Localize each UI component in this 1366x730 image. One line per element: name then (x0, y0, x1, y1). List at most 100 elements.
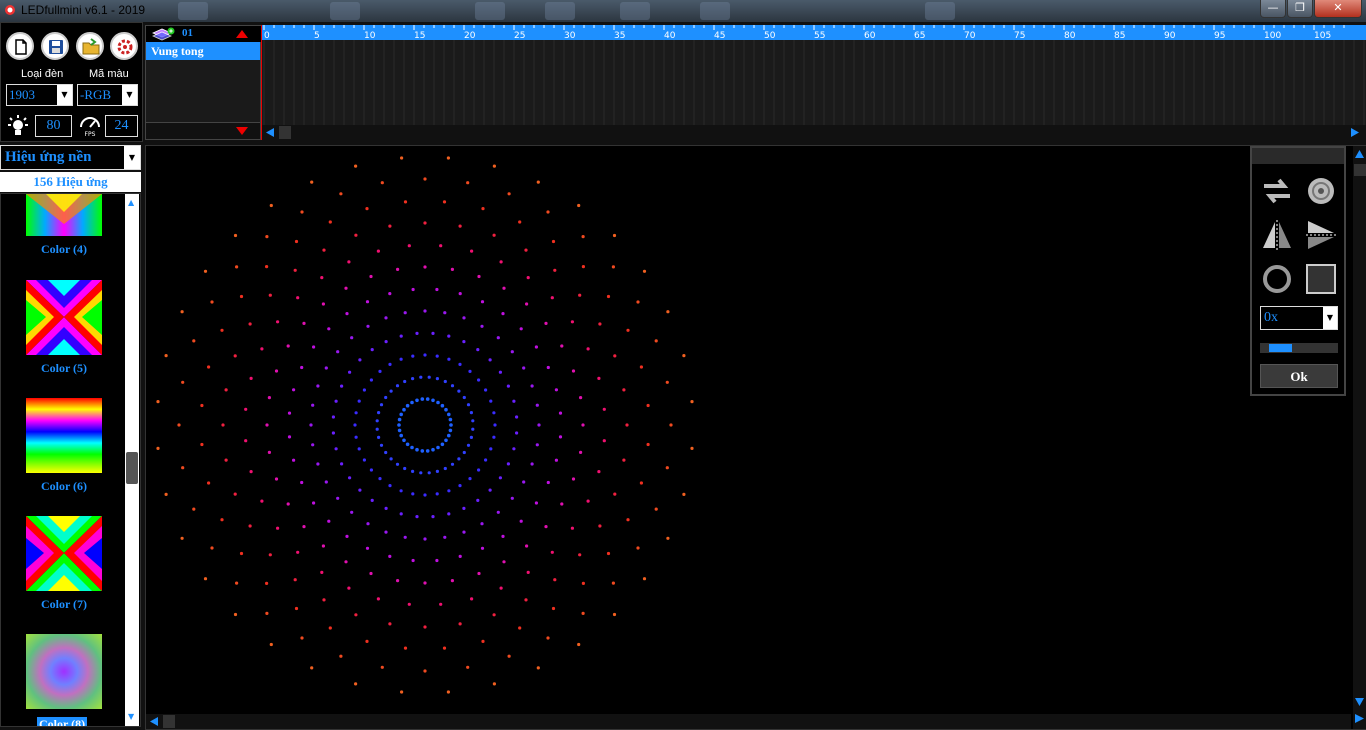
swap-arrows-icon[interactable] (1260, 174, 1294, 208)
led-dot (639, 365, 643, 369)
effect-item-selected[interactable]: Color (8) (26, 634, 102, 726)
led-dot (484, 388, 488, 392)
move-up-icon[interactable] (236, 30, 248, 38)
led-dot (380, 181, 384, 185)
led-dot (501, 312, 505, 316)
flip-horizontal-icon[interactable] (1304, 218, 1338, 252)
timeline-grid[interactable] (262, 40, 1366, 125)
square-outline-icon[interactable] (1304, 262, 1338, 296)
led-dot (415, 447, 419, 452)
minimize-button[interactable]: — (1260, 0, 1286, 18)
led-dot (423, 309, 427, 313)
led-dot (210, 546, 214, 550)
led-dot (581, 235, 585, 239)
led-dot (296, 296, 300, 300)
scrollbar-thumb[interactable] (126, 452, 138, 484)
fps-input[interactable]: 24 (105, 115, 138, 137)
led-type-select[interactable]: 1903 ▼ (6, 84, 73, 106)
layer-item[interactable]: Vung tong (146, 42, 260, 60)
ok-button[interactable]: Ok (1260, 364, 1338, 388)
scroll-left-icon[interactable] (150, 717, 158, 726)
ruler-tick-label: 70 (964, 31, 976, 40)
led-dot (350, 510, 354, 514)
led-dot (492, 411, 496, 415)
scroll-up-icon[interactable] (1355, 150, 1364, 158)
flip-vertical-icon[interactable] (1260, 218, 1294, 252)
led-dot (362, 458, 366, 462)
effect-list-scrollbar[interactable]: ▲ ▼ (125, 194, 139, 726)
led-dot (396, 579, 400, 583)
scroll-down-icon[interactable]: ▼ (128, 712, 134, 721)
led-dot (384, 316, 388, 320)
close-button[interactable]: ✕ (1314, 0, 1362, 18)
effect-item[interactable]: Color (5) (26, 280, 102, 376)
led-dot (537, 423, 541, 427)
led-dot (294, 606, 299, 611)
led-preview-canvas[interactable] (145, 145, 1366, 730)
led-dot (544, 321, 548, 325)
open-folder-button[interactable] (76, 32, 104, 60)
save-button[interactable] (41, 32, 69, 60)
canvas-horizontal-scrollbar[interactable] (146, 714, 1351, 729)
scrollbar-thumb[interactable] (279, 126, 291, 139)
brightness-input[interactable]: 80 (35, 115, 72, 137)
maximize-button[interactable]: ❐ (1287, 0, 1313, 18)
effect-item[interactable]: Color (7) (26, 516, 102, 612)
led-dot (447, 412, 451, 417)
canvas-vertical-scrollbar[interactable] (1353, 146, 1366, 729)
led-dot (586, 499, 590, 503)
led-dot (423, 625, 427, 629)
led-dot (388, 362, 392, 366)
led-dot (322, 248, 326, 252)
led-dot (365, 300, 370, 304)
effect-category-select[interactable]: Hiệu ứng nền ▼ (0, 145, 141, 170)
timeline-ruler[interactable]: 0 5 10 15 20 25 30 35 40 45 50 55 60 65 70 75 80 85 90 95 10… (262, 25, 1366, 40)
scrollbar-thumb[interactable] (163, 715, 175, 728)
timeline-scrollbar[interactable] (262, 125, 1366, 140)
led-dot (642, 577, 647, 581)
led-dot (468, 477, 472, 481)
scroll-left-icon[interactable] (266, 128, 274, 137)
led-dot (458, 362, 462, 366)
led-dot (324, 480, 328, 484)
ruler-tick-label: 100 (1264, 31, 1281, 40)
led-dot (480, 324, 484, 328)
add-layer-icon[interactable] (151, 27, 175, 41)
led-dot (458, 484, 462, 488)
led-dot (435, 287, 439, 292)
effect-item[interactable]: Color (6) (26, 398, 102, 494)
scroll-up-icon[interactable]: ▲ (128, 198, 134, 207)
settings-button[interactable] (110, 32, 138, 60)
led-dot (403, 535, 407, 539)
led-dot (203, 577, 208, 581)
effect-item[interactable]: Color (4) (26, 194, 102, 257)
scroll-right-icon[interactable] (1351, 128, 1359, 137)
zoom-select[interactable]: 0x ▼ (1260, 306, 1338, 330)
led-dot (492, 613, 496, 617)
led-dot (476, 348, 480, 352)
circle-outline-icon[interactable] (1260, 262, 1294, 296)
scrollbar-thumb[interactable] (1354, 164, 1366, 176)
led-dot (415, 515, 419, 519)
color-code-select[interactable]: -RGB ▼ (77, 84, 138, 106)
led-dot (554, 458, 558, 462)
led-dot (403, 466, 407, 471)
led-dot (457, 389, 461, 393)
scroll-right-icon[interactable] (1355, 714, 1364, 723)
led-dot (403, 379, 407, 384)
rotate-disc-icon[interactable] (1304, 174, 1338, 208)
led-dot (423, 493, 427, 497)
tools-panel-header (1252, 148, 1344, 164)
ruler-tick-label: 85 (1114, 31, 1125, 40)
ruler-tick-label: 5 (314, 31, 320, 40)
led-dot (415, 398, 419, 403)
speed-slider[interactable] (1260, 343, 1338, 353)
led-dot (419, 375, 423, 379)
new-file-button[interactable] (6, 32, 34, 60)
slider-fill[interactable] (1269, 344, 1292, 352)
led-dot (507, 192, 511, 196)
scroll-down-icon[interactable] (1355, 698, 1364, 706)
move-down-icon[interactable] (236, 127, 248, 135)
led-dot (578, 553, 582, 557)
led-dot (636, 546, 640, 550)
